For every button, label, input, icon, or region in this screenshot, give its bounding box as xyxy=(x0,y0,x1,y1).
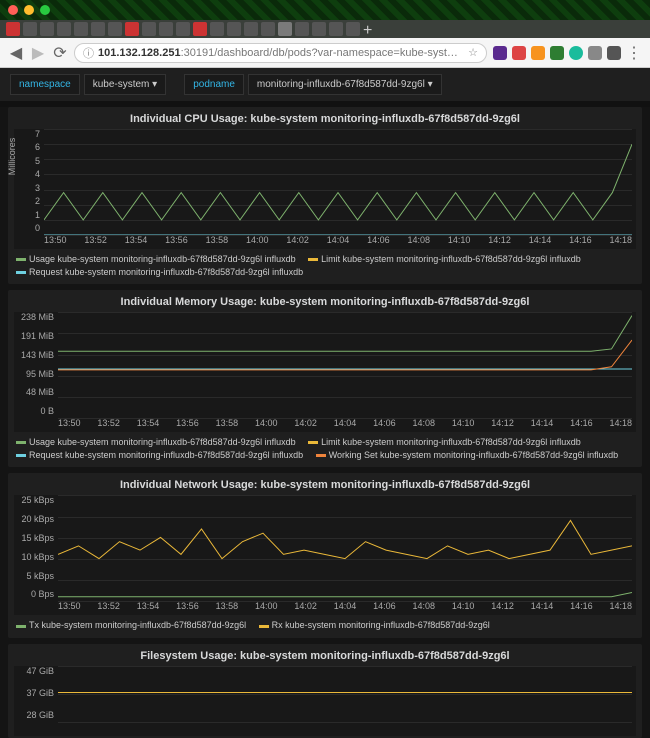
browser-tab[interactable] xyxy=(125,22,139,36)
browser-tab[interactable] xyxy=(346,22,360,36)
legend-item[interactable]: Request kube-system monitoring-influxdb-… xyxy=(16,450,303,460)
y-axis: 47 GiB37 GiB28 GiB xyxy=(14,666,58,720)
legend-item[interactable]: Limit kube-system monitoring-influxdb-67… xyxy=(308,254,581,264)
url-text: 101.132.128.251:30191/dashboard/db/pods?… xyxy=(98,47,458,59)
legend: Tx kube-system monitoring-influxdb-67f8d… xyxy=(14,615,636,636)
extension-icon[interactable] xyxy=(493,46,507,60)
legend-item[interactable]: Limit kube-system monitoring-influxdb-67… xyxy=(308,437,581,447)
legend: Usage kube-system monitoring-influxdb-67… xyxy=(14,432,636,465)
plot-area[interactable]: Millicores 76543210 13:5013:5213:5413:56… xyxy=(14,129,636,249)
extension-icon[interactable] xyxy=(512,46,526,60)
x-axis: 13:5013:5213:5413:5613:5814:0014:0214:04… xyxy=(44,235,632,249)
panel-cpu-usage[interactable]: Individual CPU Usage: kube-system monito… xyxy=(8,107,642,284)
y-axis: 76543210 xyxy=(14,129,44,233)
plot-area[interactable]: 238 MiB191 MiB143 MiB95 MiB48 MiB0 B 13:… xyxy=(14,312,636,432)
var-namespace-value[interactable]: kube-system ▾ xyxy=(84,74,167,95)
menu-icon[interactable]: ⋮ xyxy=(626,45,642,61)
minimize-window-button[interactable] xyxy=(24,5,34,15)
browser-tab[interactable] xyxy=(210,22,224,36)
plot-area[interactable]: 25 kBps20 kBps15 kBps10 kBps5 kBps0 Bps … xyxy=(14,495,636,615)
browser-tab[interactable] xyxy=(6,22,20,36)
site-info-icon[interactable]: ⓘ xyxy=(83,45,94,61)
legend-item[interactable]: Working Set kube-system monitoring-influ… xyxy=(316,450,619,460)
plot-area[interactable]: 47 GiB37 GiB28 GiB xyxy=(14,666,636,736)
browser-tab[interactable] xyxy=(312,22,326,36)
browser-tab[interactable] xyxy=(227,22,241,36)
browser-tab[interactable] xyxy=(40,22,54,36)
x-axis: 13:5013:5213:5413:5613:5814:0014:0214:04… xyxy=(58,418,632,432)
extension-icon[interactable] xyxy=(607,46,621,60)
browser-tab[interactable] xyxy=(193,22,207,36)
var-namespace-label: namespace xyxy=(10,74,80,95)
browser-tab[interactable] xyxy=(23,22,37,36)
var-podname-value[interactable]: monitoring-influxdb-67f8d587dd-9zg6l ▾ xyxy=(248,74,442,95)
close-window-button[interactable] xyxy=(8,5,18,15)
y-axis: 25 kBps20 kBps15 kBps10 kBps5 kBps0 Bps xyxy=(14,495,58,599)
template-variables-bar: namespace kube-system ▾ podname monitori… xyxy=(0,68,650,101)
extension-icon[interactable] xyxy=(531,46,545,60)
address-bar[interactable]: ⓘ 101.132.128.251:30191/dashboard/db/pod… xyxy=(74,43,487,63)
extension-icon[interactable] xyxy=(550,46,564,60)
reload-button[interactable]: ⟳ xyxy=(52,45,68,61)
browser-tab[interactable] xyxy=(91,22,105,36)
browser-tab[interactable] xyxy=(108,22,122,36)
panel-filesystem-usage[interactable]: Filesystem Usage: kube-system monitoring… xyxy=(8,644,642,738)
browser-tab[interactable] xyxy=(329,22,343,36)
back-button[interactable]: ◀ xyxy=(8,45,24,61)
window-titlebar xyxy=(0,0,650,20)
browser-tab[interactable] xyxy=(142,22,156,36)
legend-item[interactable]: Usage kube-system monitoring-influxdb-67… xyxy=(16,437,296,447)
legend: Usage kube-system monitoring-influxdb-67… xyxy=(14,249,636,282)
extensions-area: ⋮ xyxy=(493,45,642,61)
new-tab-button[interactable]: + xyxy=(363,22,377,36)
panel-title: Individual Network Usage: kube-system mo… xyxy=(14,477,636,495)
browser-tab[interactable] xyxy=(261,22,275,36)
bookmark-icon[interactable]: ☆ xyxy=(468,46,478,59)
browser-tab[interactable] xyxy=(57,22,71,36)
browser-toolbar: ◀ ▶ ⟳ ⓘ 101.132.128.251:30191/dashboard/… xyxy=(0,38,650,68)
maximize-window-button[interactable] xyxy=(40,5,50,15)
legend-item[interactable]: Tx kube-system monitoring-influxdb-67f8d… xyxy=(16,620,246,630)
browser-tab-active[interactable] xyxy=(278,22,292,36)
panel-title: Individual Memory Usage: kube-system mon… xyxy=(14,294,636,312)
browser-tab[interactable] xyxy=(159,22,173,36)
forward-button[interactable]: ▶ xyxy=(30,45,46,61)
browser-tab[interactable] xyxy=(176,22,190,36)
x-axis: 13:5013:5213:5413:5613:5814:0014:0214:04… xyxy=(58,601,632,615)
legend-item[interactable]: Request kube-system monitoring-influxdb-… xyxy=(16,267,303,277)
extension-icon[interactable] xyxy=(588,46,602,60)
legend-item[interactable]: Usage kube-system monitoring-influxdb-67… xyxy=(16,254,296,264)
legend-item[interactable]: Rx kube-system monitoring-influxdb-67f8d… xyxy=(259,620,490,630)
panel-network-usage[interactable]: Individual Network Usage: kube-system mo… xyxy=(8,473,642,638)
extension-icon[interactable] xyxy=(569,46,583,60)
browser-tab[interactable] xyxy=(244,22,258,36)
dashboard: Individual CPU Usage: kube-system monito… xyxy=(0,107,650,738)
browser-tabstrip[interactable]: + xyxy=(0,20,650,38)
browser-tab[interactable] xyxy=(295,22,309,36)
panel-memory-usage[interactable]: Individual Memory Usage: kube-system mon… xyxy=(8,290,642,467)
panel-title: Filesystem Usage: kube-system monitoring… xyxy=(14,648,636,666)
var-podname-label: podname xyxy=(184,74,244,95)
browser-tab[interactable] xyxy=(74,22,88,36)
y-axis: 238 MiB191 MiB143 MiB95 MiB48 MiB0 B xyxy=(14,312,58,416)
panel-title: Individual CPU Usage: kube-system monito… xyxy=(14,111,636,129)
